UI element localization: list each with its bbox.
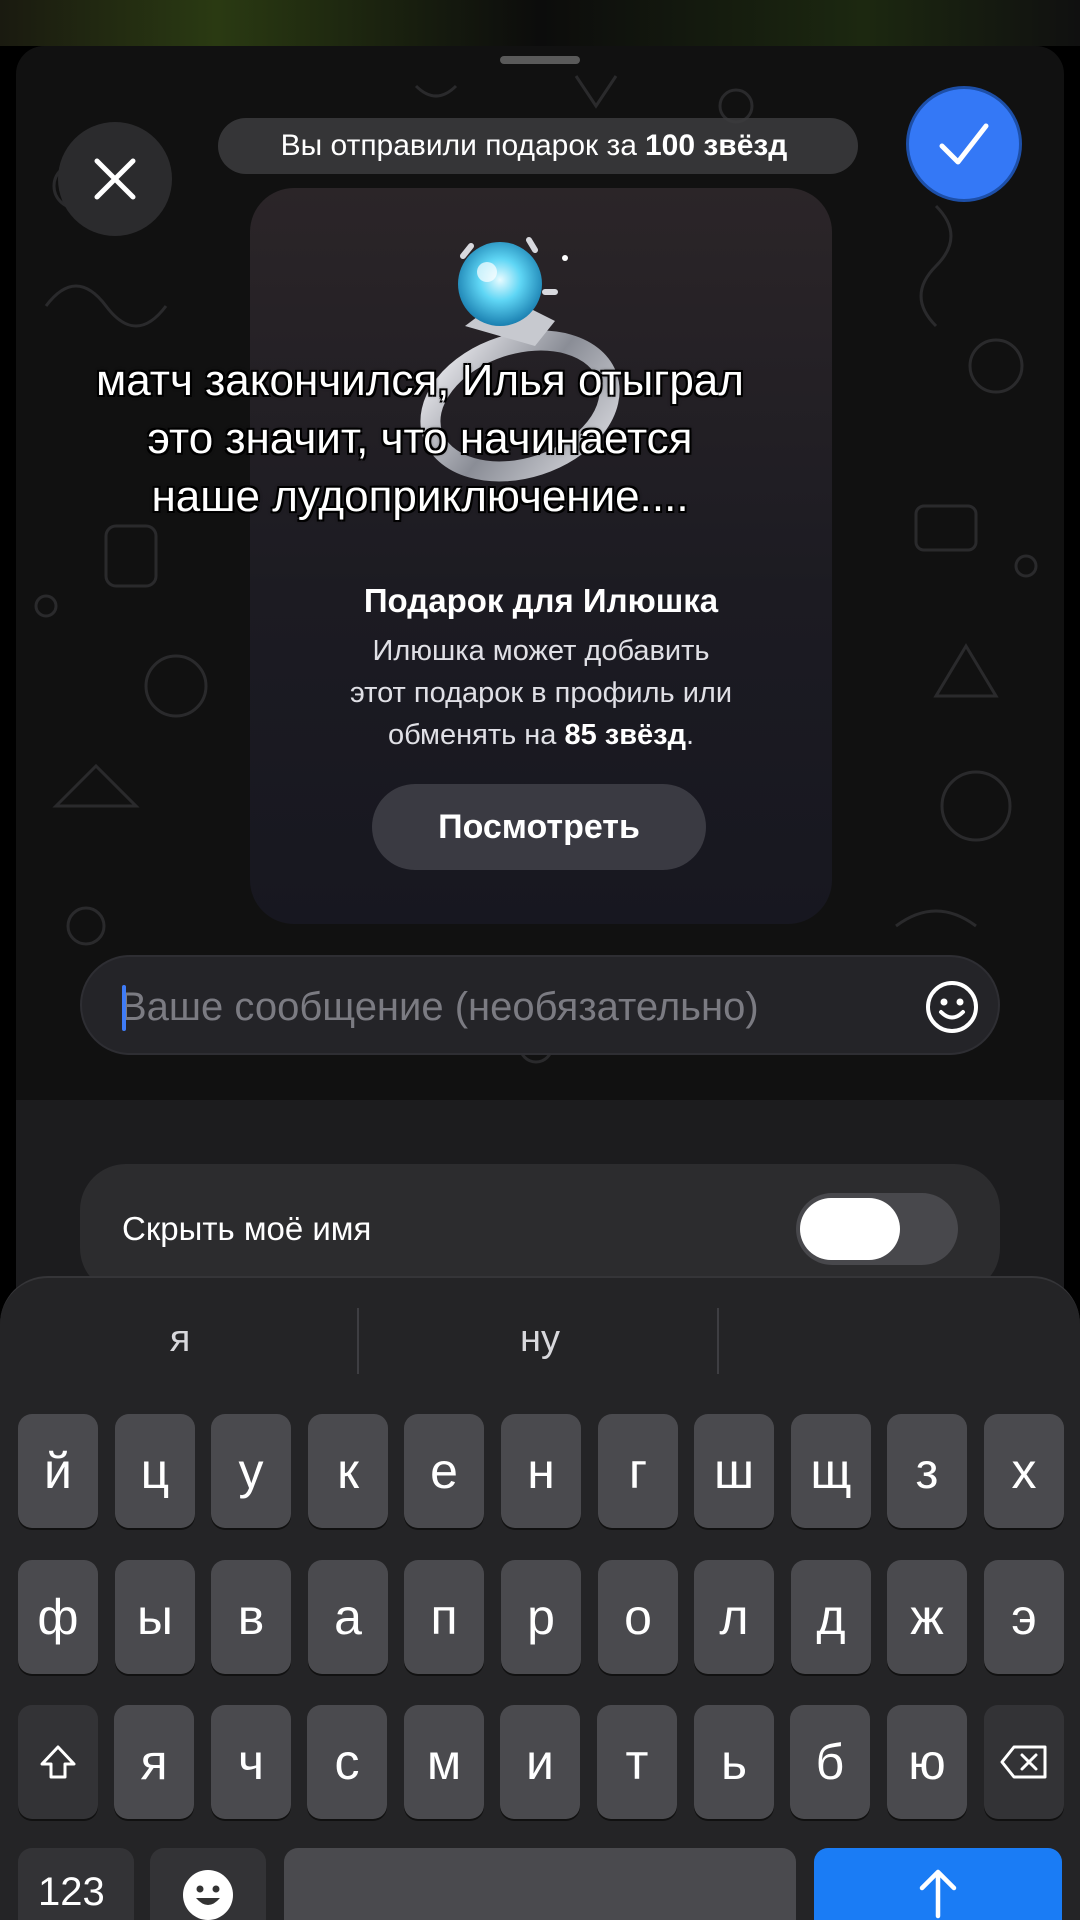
- gift-title: Подарок для Илюшка: [363, 582, 719, 619]
- key-r3-2[interactable]: с: [307, 1705, 387, 1819]
- gift-desc-line3: обменять на 85 звёзд.: [290, 714, 792, 756]
- caption-line-2: это значит, что начинается: [147, 414, 693, 463]
- close-icon: [94, 158, 136, 200]
- close-button[interactable]: [58, 122, 172, 236]
- confirm-button[interactable]: [906, 86, 1022, 202]
- checkmark-icon: [939, 123, 989, 165]
- gift-sent-text: Вы отправили подарок за: [280, 129, 637, 162]
- key-r3-7[interactable]: б: [790, 1705, 870, 1819]
- key-r1-5[interactable]: н: [501, 1414, 581, 1528]
- key-r1-7[interactable]: ш: [694, 1414, 774, 1528]
- suggestion-divider: [717, 1308, 719, 1374]
- key-r3-0[interactable]: я: [114, 1705, 194, 1819]
- gift-sent-amount: 100 звёзд: [644, 129, 788, 162]
- key-r3-5[interactable]: т: [597, 1705, 677, 1819]
- backspace-icon: [1000, 1745, 1047, 1779]
- gift-desc-line2: этот подарок в профиль или: [349, 677, 733, 709]
- message-input[interactable]: [120, 981, 900, 1033]
- key-r3-6[interactable]: ь: [694, 1705, 774, 1819]
- status-bar-strip: [0, 0, 1080, 46]
- key-r1-9[interactable]: з: [887, 1414, 967, 1528]
- gift-desc-line3-prefix: обменять на: [387, 719, 557, 751]
- message-field[interactable]: [80, 955, 1000, 1055]
- key-r2-2[interactable]: в: [211, 1560, 291, 1674]
- caption-line-1: матч закончился, Илья отыграл: [96, 356, 744, 405]
- emoji-icon: [183, 1870, 233, 1920]
- backspace-key[interactable]: [984, 1705, 1064, 1819]
- key-r1-3[interactable]: к: [308, 1414, 388, 1528]
- key-r2-8[interactable]: д: [791, 1560, 871, 1674]
- text-caret: [122, 985, 126, 1031]
- video-caption-overlay: матч закончился, Илья отыграл это значит…: [20, 352, 820, 526]
- caption-line-3: наше лудоприключение....: [151, 472, 689, 521]
- key-r1-6[interactable]: г: [598, 1414, 678, 1528]
- gift-description: Илюшка может добавить этот подарок в про…: [290, 630, 792, 756]
- emoji-icon[interactable]: [924, 979, 980, 1035]
- hide-name-label: Скрыть моё имя: [122, 1210, 372, 1247]
- key-r2-3[interactable]: а: [308, 1560, 388, 1674]
- key-r2-1[interactable]: ы: [115, 1560, 195, 1674]
- gift-sent-banner: Вы отправили подарок за 100 звёзд: [218, 118, 858, 174]
- key-r3-8[interactable]: ю: [887, 1705, 967, 1819]
- view-gift-button[interactable]: Посмотреть: [372, 784, 706, 870]
- key-r3-1[interactable]: ч: [211, 1705, 291, 1819]
- shift-icon: [40, 1745, 76, 1779]
- gift-desc-line3-suffix: .: [686, 719, 695, 751]
- key-r2-7[interactable]: л: [694, 1560, 774, 1674]
- key-r2-0[interactable]: ф: [18, 1560, 98, 1674]
- suggestion-2[interactable]: ну: [420, 1318, 660, 1361]
- send-key[interactable]: [814, 1848, 1062, 1920]
- gift-desc-line1: Илюшка может добавить: [372, 635, 710, 667]
- key-r3-4[interactable]: и: [500, 1705, 580, 1819]
- sheet-grabber[interactable]: [500, 56, 580, 64]
- key-r2-6[interactable]: о: [598, 1560, 678, 1674]
- key-r1-8[interactable]: щ: [791, 1414, 871, 1528]
- gift-convert-amount: 85 звёзд: [564, 719, 686, 751]
- key-r2-5[interactable]: р: [501, 1560, 581, 1674]
- suggestion-1[interactable]: я: [60, 1318, 300, 1361]
- toggle-knob[interactable]: [800, 1198, 900, 1260]
- numbers-key[interactable]: 123: [18, 1848, 134, 1920]
- key-r1-2[interactable]: у: [211, 1414, 291, 1528]
- shift-key[interactable]: [18, 1705, 98, 1819]
- key-r3-3[interactable]: м: [404, 1705, 484, 1819]
- suggestion-divider: [357, 1308, 359, 1374]
- arrow-up-icon: [919, 1869, 957, 1919]
- key-r1-1[interactable]: ц: [115, 1414, 195, 1528]
- key-r1-10[interactable]: х: [984, 1414, 1064, 1528]
- emoji-key[interactable]: [150, 1848, 266, 1920]
- key-r1-4[interactable]: е: [404, 1414, 484, 1528]
- key-r2-10[interactable]: э: [984, 1560, 1064, 1674]
- space-key[interactable]: [284, 1848, 796, 1920]
- key-r2-9[interactable]: ж: [887, 1560, 967, 1674]
- key-r2-4[interactable]: п: [404, 1560, 484, 1674]
- key-r1-0[interactable]: й: [18, 1414, 98, 1528]
